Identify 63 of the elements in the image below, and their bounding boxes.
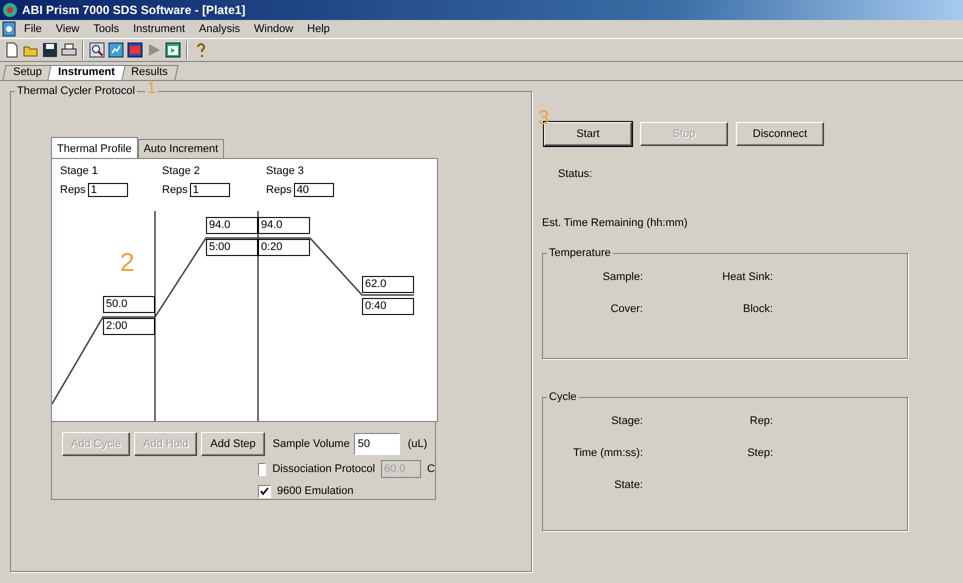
app-icon (2, 2, 18, 18)
window-title: ABI Prism 7000 SDS Software - [Plate1] (22, 3, 246, 17)
checkbox-label[interactable]: Dissociation Protocol (272, 463, 376, 475)
time-field[interactable]: 0:20 (258, 239, 310, 256)
stage-label: Stage 3 (266, 165, 304, 177)
readout-label: Step: (747, 447, 773, 459)
group-title: Cycle (548, 391, 578, 403)
tab[interactable]: Thermal Profile (51, 137, 138, 158)
temperature-field[interactable]: 94.0 (206, 217, 258, 234)
temperature-field[interactable]: 62.0 (362, 276, 414, 293)
sample-volume-field[interactable]: 50 (354, 433, 400, 455)
tab[interactable]: Auto Increment (138, 139, 224, 158)
table-icon[interactable] (127, 42, 143, 58)
reps-field[interactable]: 1 (88, 183, 128, 197)
zoom-icon[interactable] (89, 42, 105, 58)
annotation-number: 2 (120, 247, 134, 278)
readout-label: Cover: (610, 303, 643, 315)
status-label: Status: (558, 168, 594, 180)
stage-label: Stage 2 (162, 165, 200, 177)
document-icon[interactable] (2, 21, 16, 37)
menu-item[interactable]: File (18, 23, 48, 35)
menu-item[interactable]: Window (248, 23, 300, 35)
unit-label: (uL) (408, 438, 428, 450)
checkbox[interactable] (258, 484, 271, 498)
reps-field[interactable]: 1 (190, 183, 230, 197)
reps-field[interactable]: 40 (294, 183, 334, 197)
group-title: Thermal Cycler Protocol (16, 85, 136, 97)
stage-label: Stage 1 (60, 165, 98, 177)
readout-label: Block: (743, 303, 773, 315)
tab[interactable]: Instrument (47, 65, 126, 80)
readout-label: Heat Sink: (722, 271, 773, 283)
reps-label: Reps (162, 184, 188, 196)
new-icon[interactable] (4, 42, 20, 58)
menu-item[interactable]: View (50, 23, 86, 35)
temperature-field[interactable]: 94.0 (258, 217, 310, 234)
reps-label: Reps (60, 184, 86, 196)
save-icon[interactable] (42, 42, 58, 58)
tab[interactable]: Setup (2, 65, 52, 80)
checkbox[interactable] (258, 462, 266, 476)
time-remaining-label: Est. Time Remaining (hh:mm) (542, 217, 688, 229)
readout-label: Time (mm:ss): (573, 447, 643, 459)
add-button[interactable]: Add Step (201, 432, 265, 456)
checkbox-label[interactable]: 9600 Emulation (277, 485, 401, 497)
chart-icon[interactable] (108, 42, 124, 58)
unit-label: C (427, 463, 435, 475)
menu-item[interactable]: Instrument (127, 23, 192, 35)
time-field[interactable]: 0:40 (362, 298, 414, 315)
readout-label: Sample: (602, 271, 643, 283)
print-icon[interactable] (61, 42, 77, 58)
readout-label: State: (614, 479, 643, 491)
menu-item[interactable]: Analysis (193, 23, 246, 35)
window-icon[interactable] (165, 42, 181, 58)
time-field[interactable]: 5:00 (206, 239, 258, 256)
temperature-field[interactable]: 50.0 (103, 296, 155, 313)
time-field[interactable]: 2:00 (103, 318, 155, 335)
readout-label: Stage: (611, 415, 643, 427)
group-title: Temperature (548, 247, 612, 259)
reps-label: Reps (266, 184, 292, 196)
run-button[interactable]: Disconnect (736, 122, 824, 146)
menu-item[interactable]: Tools (87, 23, 126, 35)
menu-item[interactable]: Help (301, 23, 336, 35)
sample-volume-label: Sample Volume (272, 438, 350, 450)
readout-label: Rep: (750, 415, 773, 427)
